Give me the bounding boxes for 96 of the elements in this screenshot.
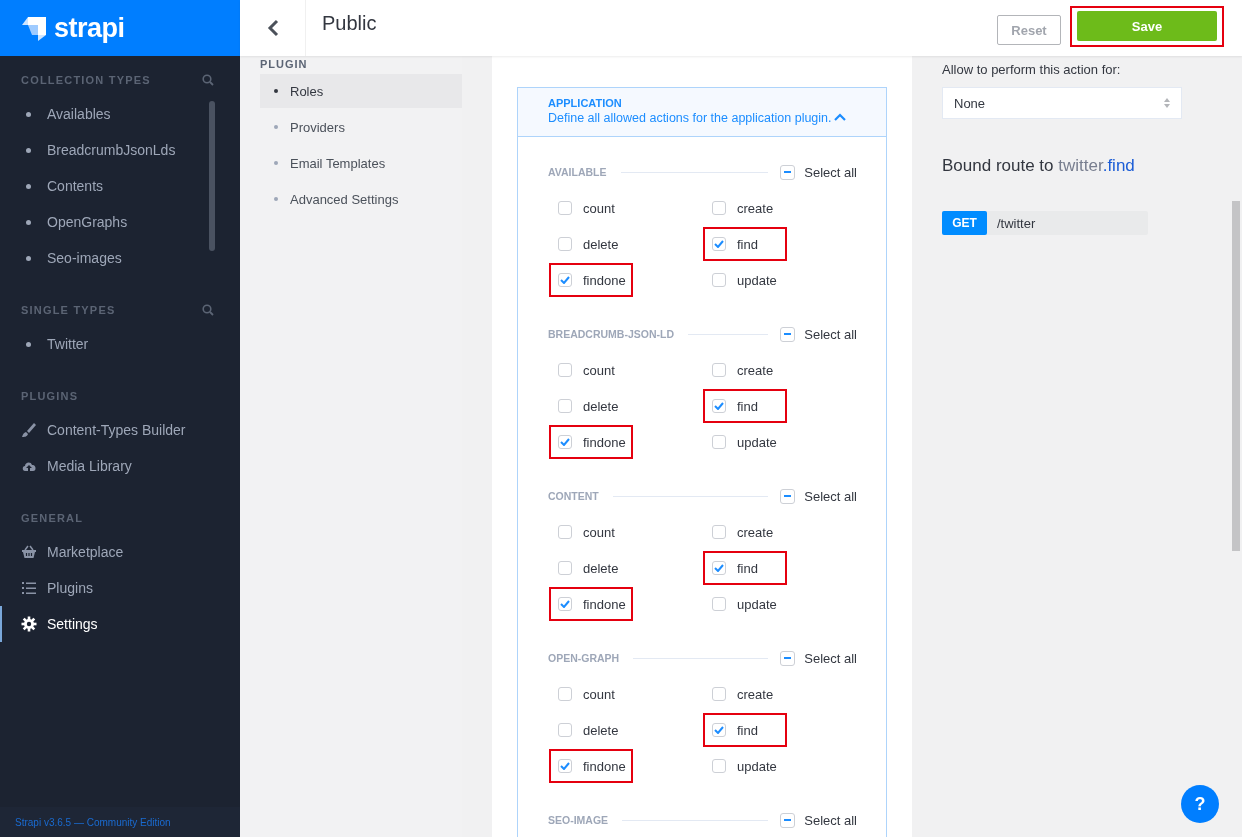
sidebar-item[interactable]: Plugins <box>0 570 240 606</box>
route-path: /twitter <box>996 214 1036 233</box>
subnav-item[interactable]: Providers <box>260 110 462 144</box>
bullet-icon <box>274 197 278 201</box>
permission-checkbox[interactable]: create <box>702 676 856 712</box>
permission-checkbox[interactable]: find <box>702 550 788 586</box>
scrollbar-thumb[interactable] <box>1232 201 1240 551</box>
permission-checkbox[interactable]: count <box>548 514 702 550</box>
sidebar-item[interactable]: BreadcrumbJsonLds <box>0 132 240 168</box>
section-title: COLLECTION TYPES <box>21 74 151 86</box>
permission-checkbox[interactable]: update <box>702 748 856 784</box>
bullet-icon <box>274 161 278 165</box>
bullet-icon <box>26 111 31 117</box>
section-title: SINGLE TYPES <box>21 304 116 316</box>
check-icon <box>714 402 724 410</box>
bullet-icon <box>274 125 278 129</box>
subnav-item[interactable]: Roles <box>260 74 462 108</box>
subnav-item[interactable]: Advanced Settings <box>260 182 462 216</box>
permission-checkbox[interactable]: findone <box>548 424 634 460</box>
permission-checkbox[interactable]: delete <box>548 550 702 586</box>
check-icon <box>714 726 724 734</box>
group-name: BREADCRUMB-JSON-LD <box>548 328 674 340</box>
logo-text: strapi <box>54 12 125 44</box>
check-icon <box>714 240 724 248</box>
permission-checkbox[interactable]: delete <box>548 712 702 748</box>
list-icon <box>21 580 37 596</box>
field-label: Allow to perform this action for: <box>942 62 1122 77</box>
search-icon <box>202 304 214 316</box>
plugin-description: Define all allowed actions for the application plugin. <box>548 111 832 125</box>
select-all-label[interactable]: Select all <box>804 812 857 828</box>
group-name: AVAILABLE <box>548 166 607 178</box>
permission-checkbox[interactable]: count <box>548 352 702 388</box>
check-icon <box>560 276 570 284</box>
select-all-label[interactable]: Select all <box>804 326 857 342</box>
brush-icon <box>21 422 37 438</box>
checkbox[interactable] <box>780 488 796 504</box>
bullet-icon <box>26 147 31 153</box>
bullet-icon <box>26 219 31 225</box>
page-title: Public <box>321 11 378 36</box>
permission-checkbox[interactable]: delete <box>548 226 702 262</box>
version-footer: Strapi v3.6.5 — Community Edition <box>0 807 240 837</box>
scrollbar-thumb[interactable] <box>209 101 215 251</box>
permission-checkbox[interactable]: update <box>702 586 856 622</box>
sidebar-item[interactable]: OpenGraphs <box>0 204 240 240</box>
subnav-item[interactable]: Email Templates <box>260 146 462 180</box>
check-icon <box>560 762 570 770</box>
sidebar-item[interactable]: Twitter <box>0 326 240 362</box>
check-icon <box>714 564 724 572</box>
permission-checkbox[interactable]: findone <box>548 586 634 622</box>
bullet-icon <box>26 341 31 347</box>
permission-checkbox[interactable]: create <box>702 190 856 226</box>
permission-checkbox[interactable]: count <box>548 190 702 226</box>
permission-checkbox[interactable]: delete <box>548 388 702 424</box>
select-all-label[interactable]: Select all <box>804 650 857 666</box>
route-heading: Bound route to twitter.find <box>942 156 1136 176</box>
check-icon <box>560 438 570 446</box>
sidebar-item[interactable]: Seo-images <box>0 240 240 276</box>
checkbox[interactable] <box>780 164 796 180</box>
sidebar-item[interactable]: Contents <box>0 168 240 204</box>
group-name: SEO-IMAGE <box>548 814 609 826</box>
plugin-name: APPLICATION <box>548 97 623 109</box>
select-all-label[interactable]: Select all <box>804 488 857 504</box>
sidebar-item[interactable]: Media Library <box>0 448 240 484</box>
gear-icon <box>21 616 37 632</box>
permission-checkbox[interactable]: create <box>702 514 856 550</box>
chevron-left-icon <box>266 19 279 37</box>
section-title: GENERAL <box>21 512 84 524</box>
search-icon <box>202 74 214 86</box>
group-name: CONTENT <box>548 490 599 502</box>
permission-checkbox[interactable]: create <box>702 352 856 388</box>
policy-select[interactable]: None <box>942 87 1182 119</box>
permission-checkbox[interactable]: count <box>548 676 702 712</box>
sidebar-item[interactable]: Availables <box>0 96 240 132</box>
section-title: PLUGINS <box>21 390 79 402</box>
permission-checkbox[interactable]: find <box>702 712 788 748</box>
sort-arrows-icon <box>1163 97 1171 109</box>
bullet-icon <box>274 89 278 93</box>
checkbox[interactable] <box>780 650 796 666</box>
permission-checkbox[interactable]: find <box>702 226 788 262</box>
basket-icon <box>21 544 37 560</box>
sidebar-item[interactable]: Marketplace <box>0 534 240 570</box>
http-method-badge: GET <box>942 211 987 235</box>
permission-checkbox[interactable]: findone <box>548 748 634 784</box>
permission-checkbox[interactable]: update <box>702 262 856 298</box>
bullet-icon <box>26 183 31 189</box>
section-title: PLUGIN <box>260 58 309 72</box>
check-icon <box>560 600 570 608</box>
permission-checkbox[interactable]: find <box>702 388 788 424</box>
sidebar-item[interactable]: Content-Types Builder <box>0 412 240 448</box>
checkbox[interactable] <box>780 326 796 342</box>
permission-checkbox[interactable]: findone <box>548 262 634 298</box>
checkbox[interactable] <box>780 812 796 828</box>
group-name: OPEN-GRAPH <box>548 652 620 664</box>
bullet-icon <box>26 255 31 261</box>
select-all-label[interactable]: Select all <box>804 164 857 180</box>
permission-checkbox[interactable]: update <box>702 424 856 460</box>
